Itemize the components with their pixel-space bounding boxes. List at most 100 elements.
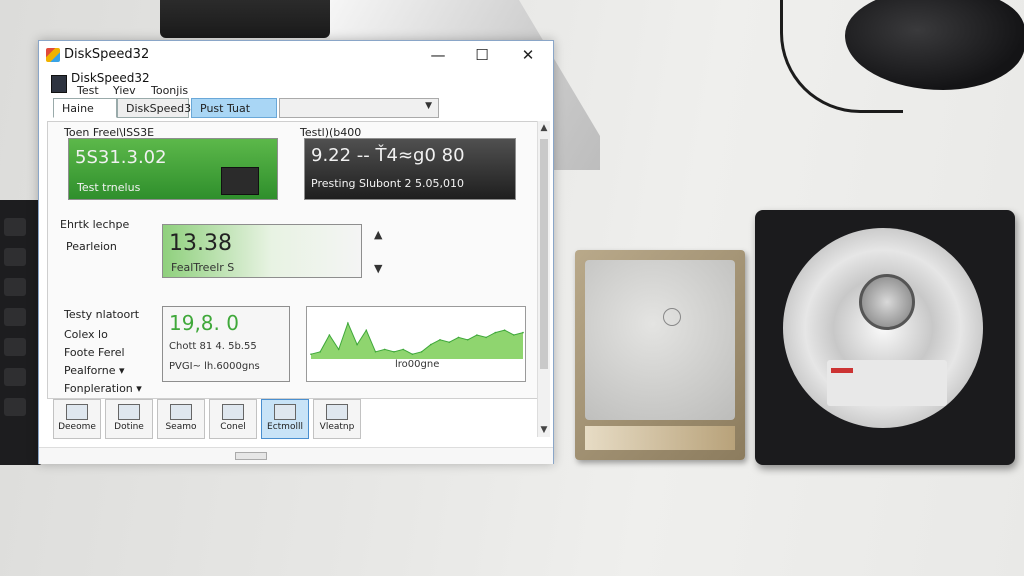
menu-app-name: DiskSpeed32 <box>71 71 150 85</box>
scroll-thumb[interactable] <box>540 139 548 369</box>
document-icon <box>66 404 88 420</box>
hdd-label-stripe <box>831 368 853 373</box>
graph-icon <box>170 404 192 420</box>
menu-tools[interactable]: Toonjis <box>151 84 188 97</box>
app-window: DiskSpeed32 — ☐ ✕ DiskSpeed32 Test Yiev … <box>38 40 554 464</box>
hard-disk-drive <box>755 210 1015 465</box>
vertical-scrollbar[interactable]: ▲ ▼ <box>537 121 550 437</box>
tab-strip: Haine DiskSpeed32 Pust Tuat ▼ <box>51 98 451 120</box>
status-bar <box>39 447 553 464</box>
left-value: 5S31.3.02 <box>75 147 167 168</box>
left-sub: Test trnelus <box>77 181 141 194</box>
throughput-chart: lro00gne <box>306 306 526 382</box>
chart-point-7 <box>374 351 377 353</box>
bottom-toolbar: Deeome Dotine Seamo Conel Ectmolll Vleat… <box>53 399 533 443</box>
right-result-panel: 9.22 -- Ť4≈g0 80 Presting Slubont 2 5.05… <box>304 138 516 200</box>
left-result-panel: 5S31.3.02 Test trnelus <box>68 138 278 200</box>
bottom-value: 19,8. 0 <box>169 311 239 335</box>
chart-point-3 <box>337 348 340 351</box>
ssd-label <box>585 426 735 450</box>
tool-vleatnp-button[interactable]: Vleatnp <box>313 399 361 439</box>
tool-label: Conel <box>220 422 246 432</box>
ssd-plate <box>585 260 735 420</box>
tool-deeome-button[interactable]: Deeome <box>53 399 101 439</box>
bottom-sub-1: Chott 81 4. 5b.55 <box>169 341 257 352</box>
keyboard-key <box>4 278 26 296</box>
keyboard-key <box>4 248 26 266</box>
chart-point-13 <box>430 343 432 346</box>
chip-icon <box>221 167 259 195</box>
app-icon <box>46 48 60 62</box>
hdd-label <box>827 360 947 406</box>
monitor-stand <box>160 0 330 38</box>
tool-label: Ectmolll <box>267 422 303 432</box>
chart-point-0 <box>310 353 312 355</box>
bottom-result-panel: 19,8. 0 Chott 81 4. 5b.55 PVGI~ lh.6000g… <box>162 306 290 382</box>
content-area: Toen Freel\ISS3E 5S31.3.02 Test trnelus … <box>47 121 539 399</box>
close-icon[interactable]: ✕ <box>513 45 543 65</box>
tool-seamo-button[interactable]: Seamo <box>157 399 205 439</box>
app-menu-icon[interactable] <box>51 75 67 93</box>
chart-point-6 <box>365 329 368 331</box>
chart-point-12 <box>420 351 423 353</box>
keyboard-key <box>4 308 26 326</box>
bottom-label-operation[interactable]: Fonpleration ▾ <box>64 382 142 395</box>
chart-point-22 <box>513 334 515 336</box>
bottom-label-performance[interactable]: Pealforne ▾ <box>64 364 125 377</box>
bottom-sub-2: PVGI~ lh.6000gns <box>169 361 260 372</box>
bottom-label-color: Colex lo <box>64 328 108 341</box>
chart-point-23 <box>522 331 524 334</box>
image-icon <box>118 404 140 420</box>
chart-point-8 <box>383 348 386 351</box>
spin-up-icon[interactable]: ▲ <box>374 228 382 241</box>
search-icon <box>326 404 348 420</box>
chart-point-15 <box>448 341 451 343</box>
settings-icon <box>222 404 244 420</box>
scroll-down-icon[interactable]: ▼ <box>538 425 550 435</box>
right-value: 9.22 -- Ť4≈g0 80 <box>311 145 465 166</box>
spin-down-icon[interactable]: ▼ <box>374 262 382 275</box>
chevron-down-icon: ▼ <box>425 101 432 111</box>
tool-label: Vleatnp <box>319 422 355 432</box>
chart-point-10 <box>402 348 404 351</box>
mid-group-label: Ehrtk lechpe <box>60 218 130 231</box>
mid-side-label: Pearleion <box>66 240 117 253</box>
tab-dropdown[interactable]: ▼ <box>279 98 439 118</box>
chart-area <box>311 323 523 359</box>
tab-home[interactable]: Haine <box>53 98 117 118</box>
tab-fast-test[interactable]: Pust Tuat <box>191 98 277 118</box>
scroll-up-icon[interactable]: ▲ <box>538 123 550 133</box>
chart-point-14 <box>439 339 441 341</box>
mid-sub: FealTreelr S <box>171 261 235 274</box>
menu-test[interactable]: Test <box>77 84 99 97</box>
chart-point-11 <box>411 353 414 355</box>
chart-point-18 <box>476 334 478 336</box>
title-bar[interactable]: DiskSpeed32 — ☐ ✕ <box>39 41 553 69</box>
keyboard-key <box>4 338 26 356</box>
tool-dotine-button[interactable]: Dotine <box>105 399 153 439</box>
chart-point-2 <box>328 334 331 336</box>
chart-caption: lro00gne <box>395 359 440 370</box>
minimize-icon[interactable]: — <box>423 45 453 65</box>
mid-value: 13.38 <box>169 231 232 256</box>
tab-diskspeed[interactable]: DiskSpeed32 <box>117 98 198 118</box>
chart-point-16 <box>457 336 460 339</box>
disk-icon <box>274 404 296 420</box>
menu-view[interactable]: Yiev <box>113 84 136 97</box>
keyboard-key <box>4 368 26 386</box>
ssd-drive <box>575 250 745 460</box>
mid-result-panel: 13.38 FealTreelr S <box>162 224 362 278</box>
tool-conel-button[interactable]: Conel <box>209 399 257 439</box>
chart-point-4 <box>347 322 349 324</box>
chart-point-5 <box>356 343 358 346</box>
resize-grip[interactable] <box>235 452 267 460</box>
ssd-screw-hole <box>663 308 681 326</box>
bottom-label-foote: Foote Ferel <box>64 346 125 359</box>
menu-bar: DiskSpeed32 Test Yiev Toonjis <box>47 71 547 97</box>
chart-point-1 <box>319 351 321 353</box>
maximize-icon[interactable]: ☐ <box>467 45 497 65</box>
tool-ectmolll-button[interactable]: Ectmolll <box>261 399 309 439</box>
chart-point-19 <box>485 336 487 339</box>
window-title: DiskSpeed32 <box>64 47 150 62</box>
right-sub: Presting Slubont 2 5.05,010 <box>311 177 465 190</box>
